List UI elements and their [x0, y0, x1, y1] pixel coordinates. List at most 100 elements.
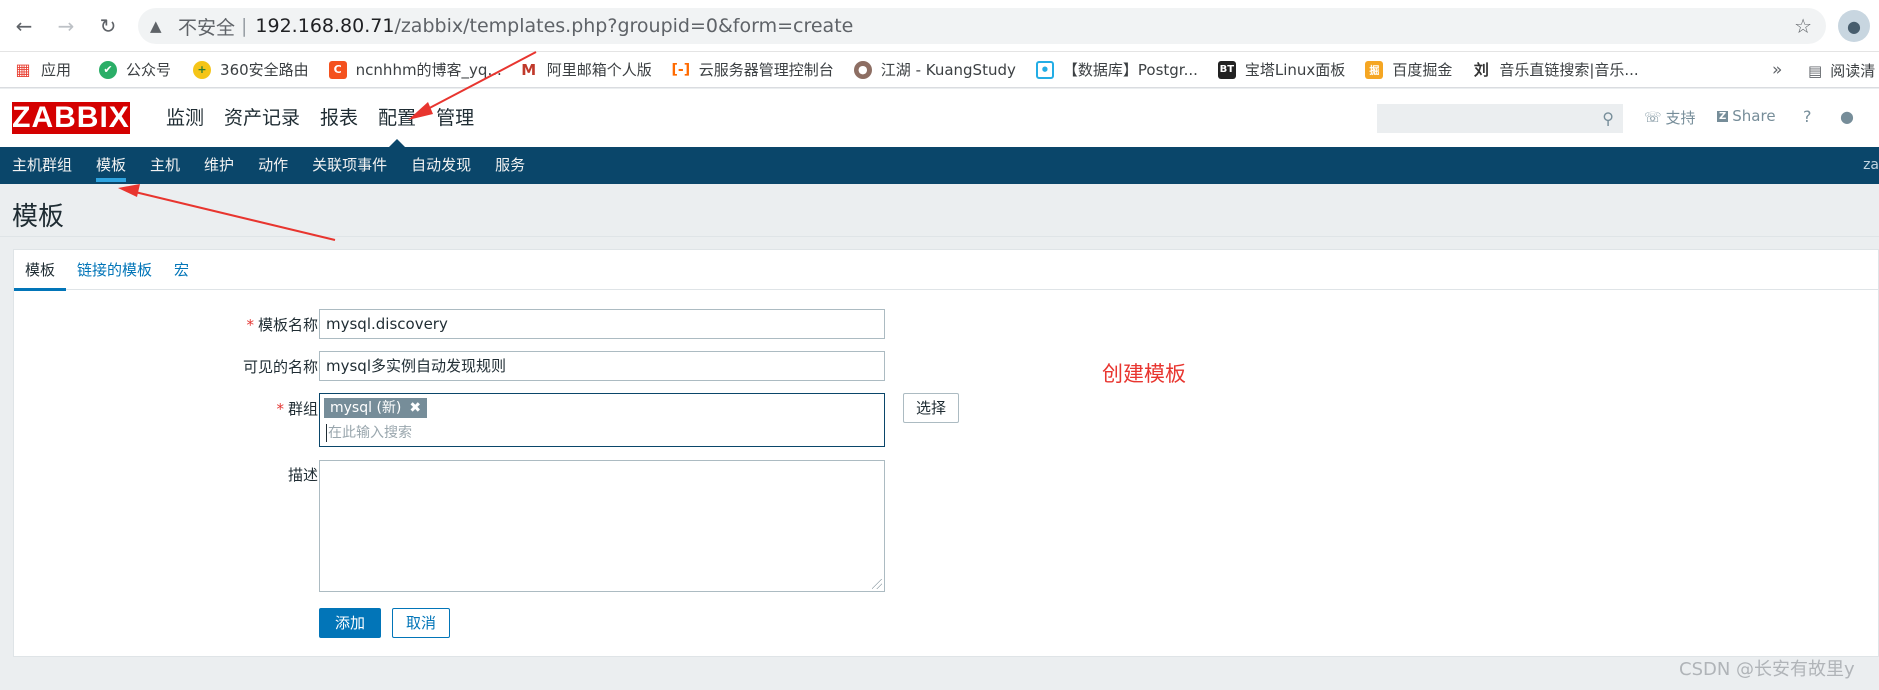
- reading-list[interactable]: ▤ 阅读清: [1808, 60, 1875, 81]
- title-divider: [0, 236, 1879, 237]
- sub-menu-discovery[interactable]: 自动发现: [399, 147, 483, 184]
- bookmark-label: 江湖 - KuangStudy: [880, 61, 1016, 79]
- csdn-icon: C: [328, 60, 347, 79]
- bookmark-item[interactable]: ▦ 应用: [14, 59, 71, 80]
- forward-arrow-icon[interactable]: →: [50, 10, 82, 42]
- global-search-input[interactable]: ⚲: [1377, 104, 1623, 133]
- visible-name-label: 可见的名称: [242, 358, 318, 376]
- bookmark-item[interactable]: ● 江湖 - KuangStudy: [853, 59, 1016, 80]
- select-groups-button[interactable]: 选择: [903, 393, 960, 423]
- user-profile-icon[interactable]: ●: [1840, 107, 1854, 126]
- description-textarea[interactable]: [319, 460, 885, 592]
- bookmark-item[interactable]: M 阿里邮箱个人版: [520, 59, 652, 80]
- main-menu-monitoring[interactable]: 监测: [156, 89, 214, 147]
- sub-menu-maintenance[interactable]: 维护: [192, 147, 246, 184]
- tab-macros[interactable]: 宏: [163, 250, 200, 290]
- main-menu-administration[interactable]: 管理: [426, 89, 484, 147]
- bookmark-item[interactable]: 掘 百度掘金: [1365, 59, 1452, 80]
- bookmark-item[interactable]: [-] 云服务器管理控制台: [671, 59, 834, 80]
- bookmark-item[interactable]: + 360安全路由: [193, 59, 309, 80]
- bookmark-item[interactable]: C ncnhhm的博客_yq...: [328, 59, 502, 80]
- support-link[interactable]: ☏ 支持: [1644, 107, 1696, 128]
- bookmark-label: 云服务器管理控制台: [698, 61, 834, 79]
- liu-icon: 刘: [1473, 61, 1489, 79]
- bookmark-star-icon[interactable]: ☆: [1794, 14, 1812, 38]
- reading-list-label: 阅读清: [1830, 62, 1876, 80]
- bookmark-label: 应用: [41, 61, 72, 79]
- template-name-input[interactable]: mysql.discovery: [319, 309, 885, 339]
- bookmark-label: 公众号: [126, 61, 172, 79]
- sub-menu-hosts[interactable]: 主机: [138, 147, 192, 184]
- description-label: 描述: [287, 466, 318, 484]
- bt-icon: BT: [1217, 60, 1236, 79]
- bookmark-label: 360安全路由: [220, 61, 309, 79]
- reload-icon[interactable]: ↻: [92, 10, 124, 42]
- tab-linked-templates[interactable]: 链接的模板: [66, 250, 163, 290]
- arrow-to-templates: [118, 184, 336, 241]
- annotation-create-template: 创建模板: [1102, 362, 1186, 386]
- groups-label-text: 群组: [287, 400, 318, 418]
- main-menu-inventory[interactable]: 资产记录: [214, 89, 310, 147]
- groups-multiselect[interactable]: mysql (新) ✖ 在此输入搜索: [319, 393, 885, 447]
- sub-menu-trail: za: [1863, 157, 1879, 173]
- add-button[interactable]: 添加: [319, 608, 382, 638]
- address-bar[interactable]: ▲ 不安全 | 192.168.80.71/zabbix/templates.p…: [138, 8, 1826, 44]
- page-title: 模板: [12, 202, 65, 232]
- support-label: 支持: [1665, 109, 1696, 127]
- share-link[interactable]: Z Share: [1717, 107, 1776, 125]
- group-chip: mysql (新) ✖: [324, 398, 428, 418]
- bookmark-label: 宝塔Linux面板: [1244, 61, 1346, 79]
- bookmark-label: 阿里邮箱个人版: [546, 61, 652, 79]
- resize-handle-icon[interactable]: [872, 579, 882, 589]
- zabbix-logo[interactable]: ZABBIX: [12, 102, 130, 134]
- profile-avatar-icon[interactable]: ●: [1838, 10, 1870, 42]
- sub-menu-services[interactable]: 服务: [483, 147, 537, 184]
- main-menu-reports[interactable]: 报表: [310, 89, 368, 147]
- wechat-icon: ✔: [99, 60, 118, 79]
- share-z-icon: Z: [1717, 110, 1729, 122]
- bookmark-label: 音乐直链搜索|音乐...: [1499, 61, 1639, 79]
- bookmark-label: 百度掘金: [1392, 61, 1453, 79]
- bookmark-item[interactable]: ✔ 公众号: [99, 59, 171, 80]
- security-label: 不安全: [178, 16, 236, 39]
- mail-icon: M: [521, 60, 537, 79]
- groups-search-input[interactable]: 在此输入搜索: [326, 424, 412, 442]
- url-separator: |: [241, 15, 248, 37]
- cancel-button[interactable]: 取消: [392, 608, 451, 638]
- bookmarks-bar: ▦ 应用 ✔ 公众号 + 360安全路由 C ncnhhm的博客_yq... M…: [0, 52, 1879, 88]
- remove-chip-icon[interactable]: ✖: [409, 398, 421, 418]
- headset-icon: ☏: [1644, 109, 1662, 126]
- tab-template[interactable]: 模板: [14, 250, 67, 291]
- sub-menu-event-correlation[interactable]: 关联项事件: [300, 147, 399, 184]
- main-menu-configuration[interactable]: 配置: [368, 89, 426, 147]
- warning-triangle-icon: ▲: [150, 17, 162, 35]
- reading-list-icon: ▤: [1808, 61, 1823, 80]
- bookmark-item[interactable]: • 【数据库】Postgr...: [1035, 59, 1198, 80]
- browser-toolbar: ← → ↻ ▲ 不安全 | 192.168.80.71/zabbix/templ…: [0, 0, 1879, 52]
- sub-menu-templates[interactable]: 模板: [84, 147, 138, 184]
- visible-name-input[interactable]: mysql多实例自动发现规则: [319, 351, 885, 381]
- juejin-icon: 掘: [1365, 60, 1384, 79]
- aliyun-icon: [-]: [671, 61, 691, 78]
- bookmark-item[interactable]: 刘 音乐直链搜索|音乐...: [1472, 59, 1639, 80]
- group-chip-label: mysql (新): [330, 400, 402, 416]
- avatar-icon: ●: [853, 60, 872, 79]
- main-menu: 监测 资产记录 报表 配置 管理: [156, 89, 484, 147]
- sub-menu-host-groups[interactable]: 主机群组: [0, 147, 84, 184]
- back-arrow-icon[interactable]: ←: [8, 10, 40, 42]
- url-host: 192.168.80.71: [255, 15, 395, 37]
- form-tabs: 模板 链接的模板 宏: [14, 250, 1878, 291]
- help-icon[interactable]: ?: [1803, 107, 1812, 126]
- bookmark-item[interactable]: BT 宝塔Linux面板: [1217, 59, 1346, 80]
- csdn-watermark: CSDN @长安有故里y: [1679, 659, 1855, 680]
- bookmark-label: ncnhhm的博客_yq...: [355, 61, 502, 79]
- share-label: Share: [1732, 107, 1776, 125]
- 360-icon: +: [193, 60, 212, 79]
- bookmarks-overflow-icon[interactable]: »: [1772, 60, 1782, 80]
- template-form-panel: 模板 链接的模板 宏 * 模板名称 mysql.discovery 可见的名称 m…: [13, 249, 1879, 657]
- sub-menu-actions[interactable]: 动作: [246, 147, 300, 184]
- template-name-label: * 模板名称: [246, 314, 318, 335]
- groups-label: * 群组: [276, 398, 318, 419]
- apps-grid-icon: ▦: [15, 60, 31, 79]
- search-icon[interactable]: ⚲: [1602, 109, 1614, 128]
